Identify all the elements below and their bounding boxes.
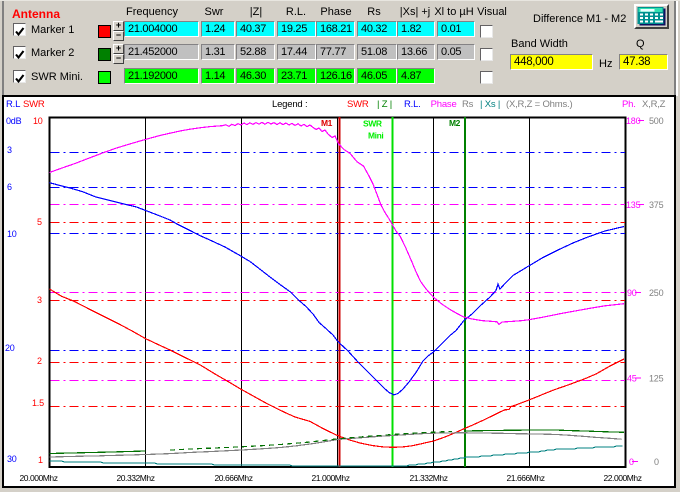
svg-text:21.666Mhz: 21.666Mhz	[506, 473, 544, 483]
svg-text:Ph.: Ph.	[622, 99, 636, 110]
svg-text:SWR: SWR	[363, 119, 382, 129]
svg-text:20.332Mhz: 20.332Mhz	[116, 473, 154, 483]
svg-text:M1: M1	[321, 118, 333, 128]
svg-text:22.000Mhz: 22.000Mhz	[603, 473, 641, 483]
svg-text:20.000Mhz: 20.000Mhz	[19, 473, 57, 483]
svg-text:375: 375	[649, 200, 664, 210]
svg-text:20: 20	[5, 343, 15, 353]
svg-text:250: 250	[649, 288, 664, 298]
svg-text:(X,R,Z = Ohms.): (X,R,Z = Ohms.)	[506, 99, 572, 110]
svg-text:6: 6	[7, 182, 12, 192]
svg-text:5: 5	[37, 217, 42, 227]
svg-text:Mini: Mini	[368, 131, 383, 141]
svg-text:500: 500	[649, 116, 664, 126]
svg-text:10: 10	[33, 116, 43, 126]
svg-text:Rs: Rs	[462, 99, 474, 110]
svg-text:X,R,Z: X,R,Z	[642, 99, 666, 110]
svg-text:| Z |: | Z |	[377, 99, 392, 110]
svg-text:SWR: SWR	[347, 99, 369, 110]
svg-text:1: 1	[38, 455, 43, 465]
svg-text:21.332Mhz: 21.332Mhz	[409, 473, 447, 483]
svg-text:1.5: 1.5	[32, 398, 44, 408]
svg-text:Legend :: Legend :	[272, 99, 307, 110]
svg-text:R.L: R.L	[6, 99, 20, 110]
svg-text:2: 2	[37, 356, 42, 366]
svg-text:0dB: 0dB	[6, 116, 22, 126]
svg-text:M2: M2	[449, 118, 461, 128]
svg-text:30: 30	[7, 454, 17, 464]
svg-text:21.000Mhz: 21.000Mhz	[311, 473, 349, 483]
svg-text:| Xs |: | Xs |	[480, 99, 500, 110]
svg-text:3: 3	[37, 295, 42, 305]
svg-text:R.L.: R.L.	[404, 99, 421, 110]
svg-text:10: 10	[7, 229, 17, 239]
svg-text:0: 0	[654, 457, 659, 467]
svg-text:Phase: Phase	[431, 99, 457, 110]
svg-text:20.666Mhz: 20.666Mhz	[214, 473, 252, 483]
svg-text:SWR: SWR	[23, 99, 45, 110]
svg-text:3: 3	[7, 145, 12, 155]
svg-text:125: 125	[649, 374, 664, 384]
